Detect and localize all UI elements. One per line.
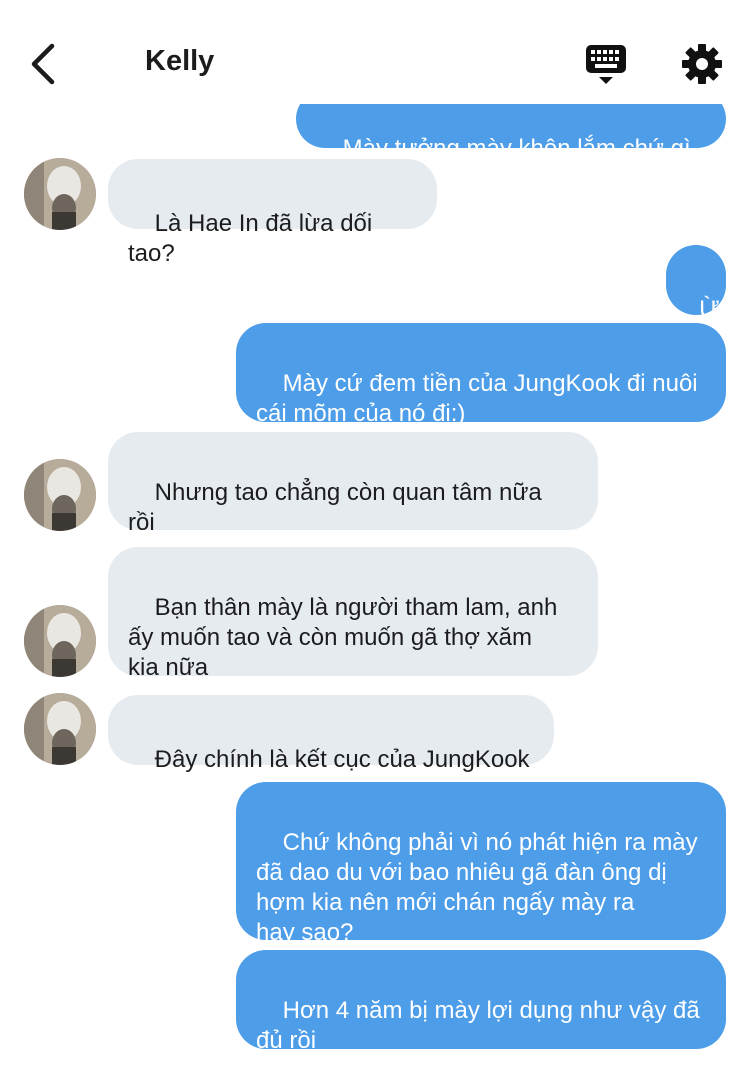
message-text: Mày cứ đem tiền của JungKook đi nuôi cái… [256,370,698,427]
message-text: Chứ không phải vì nó phát hiện ra mày đã… [256,829,698,946]
message-text: Hơn 4 năm bị mày lợi dụng như vậy đã đủ … [256,997,700,1054]
avatar-photo-icon [24,605,96,677]
back-button[interactable] [22,40,66,88]
message-bubble-sent[interactable]: Mày cứ đem tiền của JungKook đi nuôi cái… [236,323,726,427]
avatar-photo-icon [24,459,96,531]
message-text: Mày tưởng mày khôn lắm chứ gì [342,135,691,162]
avatar[interactable] [24,605,96,677]
avatar-photo-icon [24,158,96,230]
contact-name: Kelly [145,45,215,77]
avatar[interactable] [24,693,96,765]
message-text: Ừ [699,296,720,323]
message-text: Bạn thân mày là người tham lam, anh ấy m… [128,594,558,681]
avatar-photo-icon [24,693,96,765]
message-bubble-received[interactable]: Bạn thân mày là người tham lam, anh ấy m… [108,547,598,681]
keyboard-button[interactable] [584,42,628,86]
message-bubble-sent[interactable]: Chứ không phải vì nó phát hiện ra mày đã… [236,782,726,946]
message-bubble-received[interactable]: Đây chính là kết cục của JungKook [108,695,554,773]
message-list[interactable]: Mày tưởng mày khôn lắm chứ gì Là Hae In … [0,0,750,1068]
avatar[interactable] [24,158,96,230]
settings-button[interactable] [680,42,724,86]
message-bubble-received[interactable]: Là Hae In đã lừa dối tao? [108,159,437,267]
message-text: Nhưng tao chẳng còn quan tâm nữa rồi [128,479,542,536]
gear-icon [682,44,722,84]
message-bubble-received[interactable]: Nhưng tao chẳng còn quan tâm nữa rồi [108,432,598,536]
keyboard-icon [586,45,626,84]
message-text: Đây chính là kết cục của JungKook [154,746,530,773]
chat-header: Kelly [0,0,750,104]
message-text: Là Hae In đã lừa dối tao? [128,210,379,267]
message-bubble-sent[interactable]: Hơn 4 năm bị mày lợi dụng như vậy đã đủ … [236,950,726,1054]
chevron-left-icon [31,43,55,85]
message-bubble-sent[interactable]: Ừ [666,245,726,323]
avatar[interactable] [24,459,96,531]
